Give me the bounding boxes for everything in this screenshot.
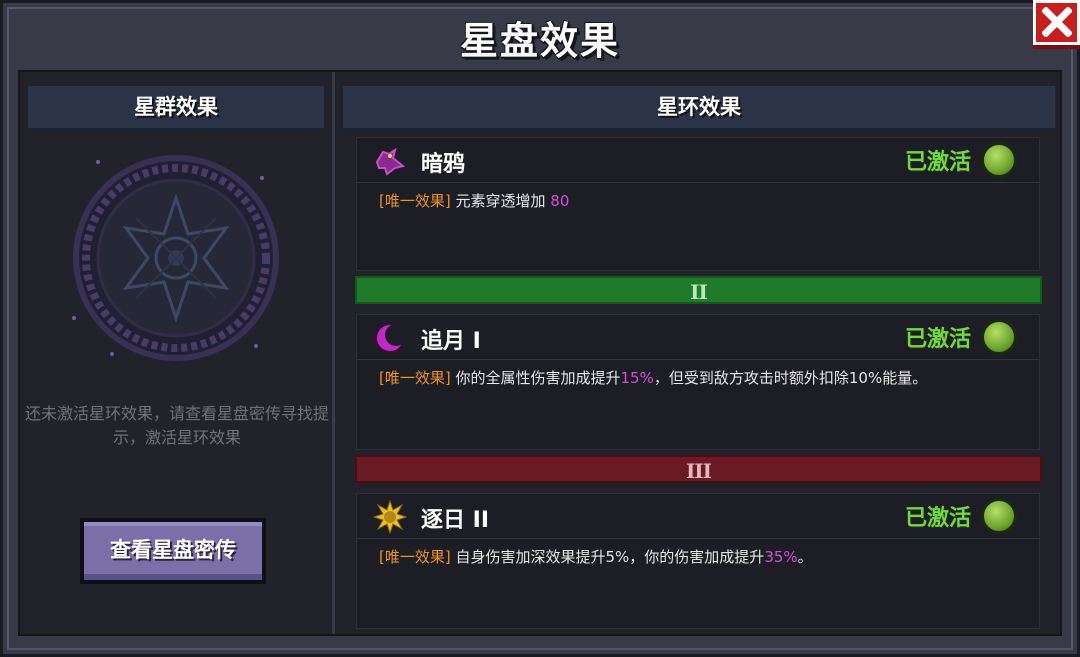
constellation-effects-header: 星群效果 bbox=[28, 86, 324, 131]
tier-divider-2: II bbox=[355, 276, 1042, 304]
panel-divider bbox=[332, 72, 335, 634]
effect-text: 元素穿透增加 bbox=[455, 192, 551, 210]
effect-text-tail: ，但受到敌方攻击时额外扣除10%能量。 bbox=[653, 369, 928, 387]
star-disk-emblem-icon bbox=[72, 155, 279, 361]
active-status: 已激活 bbox=[904, 327, 971, 352]
active-status: 已激活 bbox=[904, 506, 971, 531]
card-header: 逐日 II 已激活 bbox=[357, 494, 1039, 539]
effect-description: [唯一效果] 你的全属性伤害加成提升15%，但受到敌方攻击时额外扣除10%能量。 bbox=[379, 367, 927, 388]
unique-effect-tag: [唯一效果] bbox=[379, 548, 451, 566]
effect-text: 你的全属性伤害加成提升 bbox=[455, 369, 621, 387]
effect-text: 自身伤害加深效果提升5%，你的伤害加成提升 bbox=[455, 548, 765, 566]
active-orb-icon bbox=[981, 498, 1017, 534]
effect-text-tail: 。 bbox=[797, 548, 813, 566]
active-status: 已激活 bbox=[904, 150, 971, 175]
dialog-title: 星盘效果 bbox=[459, 19, 620, 63]
effect-name: 暗鸦 bbox=[421, 152, 466, 177]
effect-value: 15% bbox=[620, 369, 654, 387]
card-header: 追月 I 已激活 bbox=[357, 315, 1039, 360]
effect-description: [唯一效果] 元素穿透增加 80 bbox=[379, 190, 569, 211]
effect-value: 35% bbox=[764, 548, 798, 566]
inactive-hint-text: 还未激活星环效果，请查看星盘密传寻找提示，激活星环效果 bbox=[24, 404, 329, 447]
unique-effect-tag: [唯一效果] bbox=[379, 369, 451, 387]
effect-name: 逐日 II bbox=[421, 508, 490, 533]
active-orb-icon bbox=[981, 319, 1017, 355]
crow-icon bbox=[375, 147, 406, 176]
active-orb-icon bbox=[981, 142, 1017, 178]
crescent-moon-icon bbox=[375, 323, 407, 353]
tier-divider-3: III bbox=[355, 455, 1042, 483]
effect-value: 80 bbox=[550, 192, 570, 210]
unique-effect-tag: [唯一效果] bbox=[379, 192, 451, 210]
ring-effect-card-moon: 追月 I 已激活 [唯一效果] 你的全属性伤害加成提升15%，但受到敌方攻击时额… bbox=[356, 314, 1040, 450]
close-icon bbox=[1042, 7, 1072, 37]
card-header: 暗鸦 已激活 bbox=[357, 138, 1039, 183]
effect-name: 追月 I bbox=[421, 329, 481, 354]
star-ring-effects-header: 星环效果 bbox=[343, 86, 1055, 131]
view-star-disk-secret-button[interactable]: 查看星盘密传 bbox=[80, 518, 266, 584]
sun-icon bbox=[373, 500, 407, 534]
ring-effect-card-sun: 逐日 II 已激活 [唯一效果] 自身伤害加深效果提升5%，你的伤害加成提升35… bbox=[356, 493, 1040, 629]
ring-effect-card-crow: 暗鸦 已激活 [唯一效果] 元素穿透增加 80 bbox=[356, 137, 1040, 271]
effect-description: [唯一效果] 自身伤害加深效果提升5%，你的伤害加成提升35%。 bbox=[379, 546, 813, 567]
close-button[interactable] bbox=[1033, 0, 1080, 45]
